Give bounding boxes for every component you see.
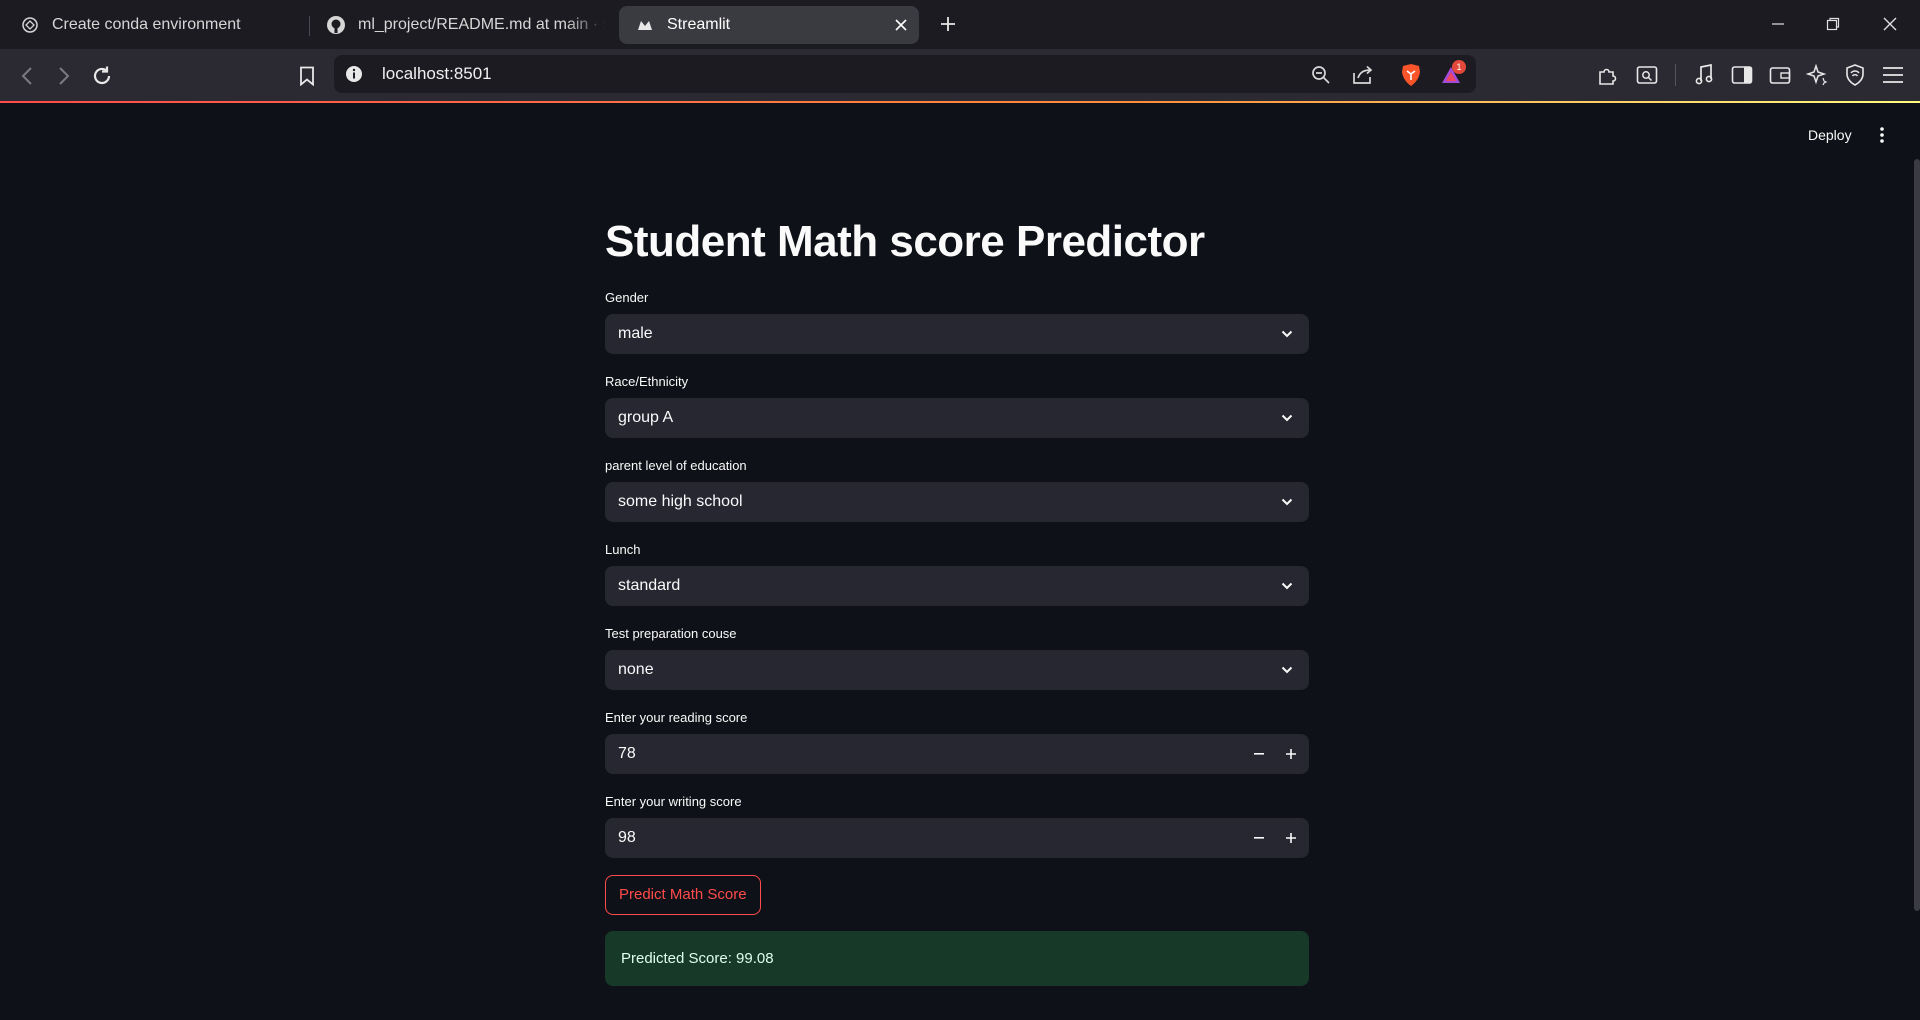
media-music-icon[interactable] <box>1691 62 1717 88</box>
chatgpt-icon <box>20 15 40 35</box>
chevron-down-icon <box>1277 660 1297 680</box>
brave-rewards-icon[interactable]: 1 <box>1440 60 1466 86</box>
tab-github-readme[interactable]: ml_project/README.md at main · srid <box>316 6 606 44</box>
brave-shields-icon[interactable] <box>1400 64 1422 86</box>
reading-score-value: 78 <box>618 745 636 762</box>
share-icon[interactable] <box>1352 64 1374 86</box>
reading-score-label: Enter your reading score <box>605 710 748 725</box>
tab-create-conda[interactable]: Create conda environment <box>10 6 300 44</box>
increment-icon[interactable] <box>1281 744 1301 764</box>
increment-icon[interactable] <box>1281 828 1301 848</box>
tab-divider <box>309 16 310 36</box>
writing-score-input[interactable]: 98 <box>605 818 1309 858</box>
leo-ai-icon[interactable] <box>1804 62 1830 88</box>
vpn-icon[interactable] <box>1842 62 1868 88</box>
writing-score-label: Enter your writing score <box>605 794 742 809</box>
prediction-result-alert: Predicted Score: 99.08 <box>605 931 1309 986</box>
gender-value: male <box>618 325 653 342</box>
parent-education-value: some high school <box>618 493 743 510</box>
site-info-icon[interactable] <box>344 64 364 84</box>
tab-title: Create conda environment <box>52 16 241 33</box>
race-label: Race/Ethnicity <box>605 374 689 389</box>
browser-tab-bar: Create conda environment ml_project/READ… <box>0 0 1920 49</box>
bookmark-icon[interactable] <box>292 61 322 91</box>
extensions-icon[interactable] <box>1595 62 1621 88</box>
deploy-button[interactable]: Deploy <box>1808 127 1852 143</box>
url-text: localhost:8501 <box>382 64 492 83</box>
minimize-icon[interactable] <box>1764 10 1792 38</box>
streamlit-app: Deploy Student Math score Predictor Gend… <box>0 103 1920 1020</box>
decrement-icon[interactable] <box>1249 744 1269 764</box>
more-options-icon[interactable] <box>1872 123 1892 147</box>
reading-score-input[interactable]: 78 <box>605 734 1309 774</box>
parent-education-label: parent level of education <box>605 458 747 473</box>
zoom-icon[interactable] <box>1310 64 1332 86</box>
chevron-down-icon <box>1277 324 1297 344</box>
predict-math-score-button[interactable]: Predict Math Score <box>605 875 761 915</box>
notification-badge: 1 <box>1452 60 1466 74</box>
tab-title: Streamlit <box>667 16 731 33</box>
menu-icon[interactable] <box>1880 62 1906 88</box>
wallet-icon[interactable] <box>1767 62 1793 88</box>
page-title: Student Math score Predictor <box>605 217 1205 266</box>
leo-search-icon[interactable] <box>1634 62 1660 88</box>
gender-label: Gender <box>605 290 649 305</box>
page-scrollbar[interactable] <box>1914 159 1920 911</box>
tab-fade <box>566 6 606 44</box>
test-prep-label: Test preparation couse <box>605 626 737 641</box>
parent-education-select[interactable]: some high school <box>605 482 1309 522</box>
lunch-label: Lunch <box>605 542 641 557</box>
reload-icon[interactable] <box>87 61 117 91</box>
close-window-icon[interactable] <box>1876 10 1904 38</box>
race-value: group A <box>618 409 674 426</box>
predicted-score-text: Predicted Score: 99.08 <box>621 950 774 967</box>
lunch-select[interactable]: standard <box>605 566 1309 606</box>
browser-toolbar: localhost:8501 1 <box>0 49 1920 101</box>
gender-select[interactable]: male <box>605 314 1309 354</box>
back-icon[interactable] <box>12 61 42 91</box>
lunch-value: standard <box>618 577 681 594</box>
chevron-down-icon <box>1277 492 1297 512</box>
restore-icon[interactable] <box>1819 10 1847 38</box>
forward-icon[interactable] <box>49 61 79 91</box>
new-tab-icon[interactable] <box>936 12 960 36</box>
chevron-down-icon <box>1277 576 1297 596</box>
close-tab-icon[interactable] <box>891 15 911 35</box>
sidebar-icon[interactable] <box>1729 62 1755 88</box>
test-prep-select[interactable]: none <box>605 650 1309 690</box>
chevron-down-icon <box>1277 408 1297 428</box>
streamlit-icon <box>635 15 655 35</box>
decrement-icon[interactable] <box>1249 828 1269 848</box>
writing-score-value: 98 <box>618 829 636 846</box>
toolbar-divider <box>1675 64 1676 86</box>
address-bar[interactable]: localhost:8501 1 <box>334 55 1476 93</box>
tab-streamlit[interactable]: Streamlit <box>619 6 919 44</box>
github-icon <box>326 15 346 35</box>
race-select[interactable]: group A <box>605 398 1309 438</box>
test-prep-value: none <box>618 661 654 678</box>
